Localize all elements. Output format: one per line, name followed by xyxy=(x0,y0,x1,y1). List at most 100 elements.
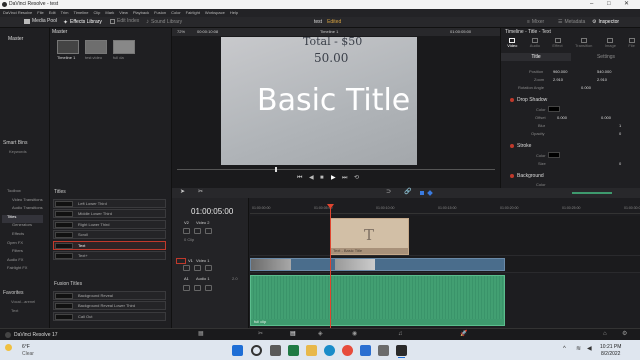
position-y[interactable]: 540.000 xyxy=(597,70,611,74)
stroke-color-swatch[interactable] xyxy=(548,152,560,158)
position-x[interactable]: 960.000 xyxy=(553,70,567,74)
mixer-button[interactable]: ≡ Mixer xyxy=(527,20,544,25)
track-v2-lock-icon[interactable] xyxy=(183,228,190,234)
title-template-call-out[interactable]: Call Out xyxy=(53,311,166,321)
fairlight-page-icon[interactable]: ♫ xyxy=(398,331,403,337)
menu-item-timeline[interactable]: Timeline xyxy=(74,11,89,15)
bin-master[interactable]: Master xyxy=(8,37,23,42)
title-template-background-reveal[interactable]: Background Reveal xyxy=(53,291,166,300)
title-template-right-lower-third[interactable]: Right Lower Third xyxy=(53,219,166,229)
fusion-page-icon[interactable]: ◈ xyxy=(318,331,323,337)
inspector-tab-video[interactable]: Video xyxy=(507,38,517,51)
stroke-label[interactable]: Stroke xyxy=(517,144,531,149)
video-clip[interactable] xyxy=(250,258,505,271)
menu-item-fusion[interactable]: Fusion xyxy=(154,11,166,15)
blade-tool-icon[interactable]: ✂ xyxy=(198,189,203,195)
volume-icon[interactable]: ◀ xyxy=(587,346,592,352)
close-button[interactable]: ✕ xyxy=(624,1,629,7)
clip-thumbnail-full[interactable] xyxy=(113,40,135,54)
track-lane-v2[interactable] xyxy=(250,216,640,256)
title-template-left-lower-third[interactable]: Left Lower Third xyxy=(53,199,166,208)
edge-icon[interactable] xyxy=(324,345,335,356)
excel-icon[interactable] xyxy=(288,345,299,356)
stroke-size[interactable]: 0 xyxy=(619,162,621,166)
linked-selection-icon[interactable]: 🔗 xyxy=(404,189,411,195)
track-v1-lock-icon[interactable] xyxy=(183,265,190,271)
menu-item-help[interactable]: Help xyxy=(230,11,238,15)
rotation-value[interactable]: 0.000 xyxy=(581,86,591,90)
effects-tree-fairlight-fx[interactable]: Fairlight FX xyxy=(2,266,43,275)
davinci-taskbar-icon[interactable] xyxy=(396,345,407,356)
clock-date[interactable]: 8/2/2022 xyxy=(601,352,620,357)
inspector-tab-effect[interactable]: Effect xyxy=(552,38,563,51)
favorite-item-2[interactable]: Text xyxy=(11,309,18,313)
mail-icon[interactable] xyxy=(360,345,371,356)
deliver-page-icon[interactable]: 🚀 xyxy=(460,331,467,337)
loop-button[interactable]: ⟲ xyxy=(354,175,359,181)
shadow-color-swatch[interactable] xyxy=(548,106,560,112)
subtab-title[interactable]: Title xyxy=(501,53,571,61)
track-a1-lock-icon[interactable] xyxy=(183,285,190,291)
viewer-zoom[interactable]: 72% xyxy=(177,30,185,34)
shadow-offset-y[interactable]: 0.000 xyxy=(601,116,611,120)
settings-icon[interactable]: ⚙ xyxy=(622,331,627,337)
menu-item-color[interactable]: Color xyxy=(171,11,181,15)
menu-item-workspace[interactable]: Workspace xyxy=(205,11,225,15)
zoom-y[interactable]: 2.910 xyxy=(597,78,607,82)
track-a1-solo-icon[interactable] xyxy=(194,285,201,291)
inspector-button[interactable]: ⚙ Inspector xyxy=(592,20,619,25)
cut-page-icon[interactable]: ✂ xyxy=(258,331,263,337)
track-v2-visible-icon[interactable] xyxy=(205,228,212,234)
title-template-middle-lower-third[interactable]: Middle Lower Third xyxy=(53,209,166,219)
scrubber-handle[interactable] xyxy=(275,167,277,172)
home-icon[interactable]: ⌂ xyxy=(603,331,607,337)
drop-shadow-label[interactable]: Drop Shadow xyxy=(517,98,547,103)
audio-clip[interactable]: full clip xyxy=(250,275,505,326)
selection-tool-icon[interactable]: ➤ xyxy=(180,189,185,195)
title-template-scroll[interactable]: Scroll xyxy=(53,230,166,240)
edit-page-icon[interactable]: ▤ xyxy=(290,331,296,337)
inspector-tab-transition[interactable]: Transition xyxy=(575,38,592,51)
go-to-start-button[interactable]: ⏮ xyxy=(297,175,302,181)
search-icon[interactable] xyxy=(251,345,262,356)
play-button[interactable]: ▶ xyxy=(331,175,336,181)
task-view-icon[interactable] xyxy=(270,345,281,356)
store-icon[interactable] xyxy=(378,345,389,356)
minimize-button[interactable]: – xyxy=(590,1,593,7)
title-clip[interactable]: T Text - Basic Title xyxy=(330,218,409,255)
color-page-icon[interactable]: ◉ xyxy=(352,331,357,337)
edit-index-button[interactable]: Edit Index xyxy=(110,19,139,24)
stop-button[interactable]: ■ xyxy=(320,175,324,181)
background-label[interactable]: Background xyxy=(517,174,544,179)
shadow-opacity[interactable]: 0 xyxy=(619,132,621,136)
favorite-item-1[interactable]: Vocal...arenel xyxy=(11,300,35,304)
snapping-icon[interactable]: ⊃ xyxy=(386,189,391,195)
inspector-tab-image[interactable]: Image xyxy=(605,38,616,51)
zoom-x[interactable]: 2.910 xyxy=(553,78,563,82)
marker-icon[interactable] xyxy=(427,190,433,196)
start-icon[interactable] xyxy=(232,345,243,356)
timeline-ruler[interactable]: 01:00:00:00 01:00:05:00 01:00:10:00 01:00:1… xyxy=(250,206,640,214)
clip-thumbnail-timeline[interactable] xyxy=(57,40,79,54)
menu-item-fairlight[interactable]: Fairlight xyxy=(186,11,200,15)
shadow-blur[interactable]: 1 xyxy=(619,124,621,128)
menu-item-view[interactable]: View xyxy=(119,11,128,15)
title-template-text-[interactable]: Text+ xyxy=(53,250,166,260)
track-v1-autoselect-icon[interactable] xyxy=(194,265,201,271)
title-template-text[interactable]: Text xyxy=(53,240,166,250)
menu-item-edit[interactable]: Edit xyxy=(49,11,56,15)
viewer-scrubber[interactable] xyxy=(177,169,495,170)
clip-thumbnail-video[interactable] xyxy=(85,40,107,54)
menu-item-trim[interactable]: Trim xyxy=(61,11,69,15)
metadata-button[interactable]: ☰ Metadata xyxy=(558,20,585,25)
step-back-button[interactable]: ◀ xyxy=(309,175,314,181)
shadow-offset-x[interactable]: 0.000 xyxy=(557,116,567,120)
chrome-icon[interactable] xyxy=(342,345,353,356)
flag-icon[interactable] xyxy=(420,191,424,195)
playhead[interactable] xyxy=(330,206,331,328)
track-a1-mute-icon[interactable] xyxy=(205,285,212,291)
track-v1-patch[interactable] xyxy=(176,258,186,264)
audio-level-slider[interactable] xyxy=(572,192,612,194)
title-template-background-reveal-lower-third[interactable]: Background Reveal Lower Third xyxy=(53,301,166,311)
clock-time[interactable]: 10:21 PM xyxy=(600,345,621,350)
